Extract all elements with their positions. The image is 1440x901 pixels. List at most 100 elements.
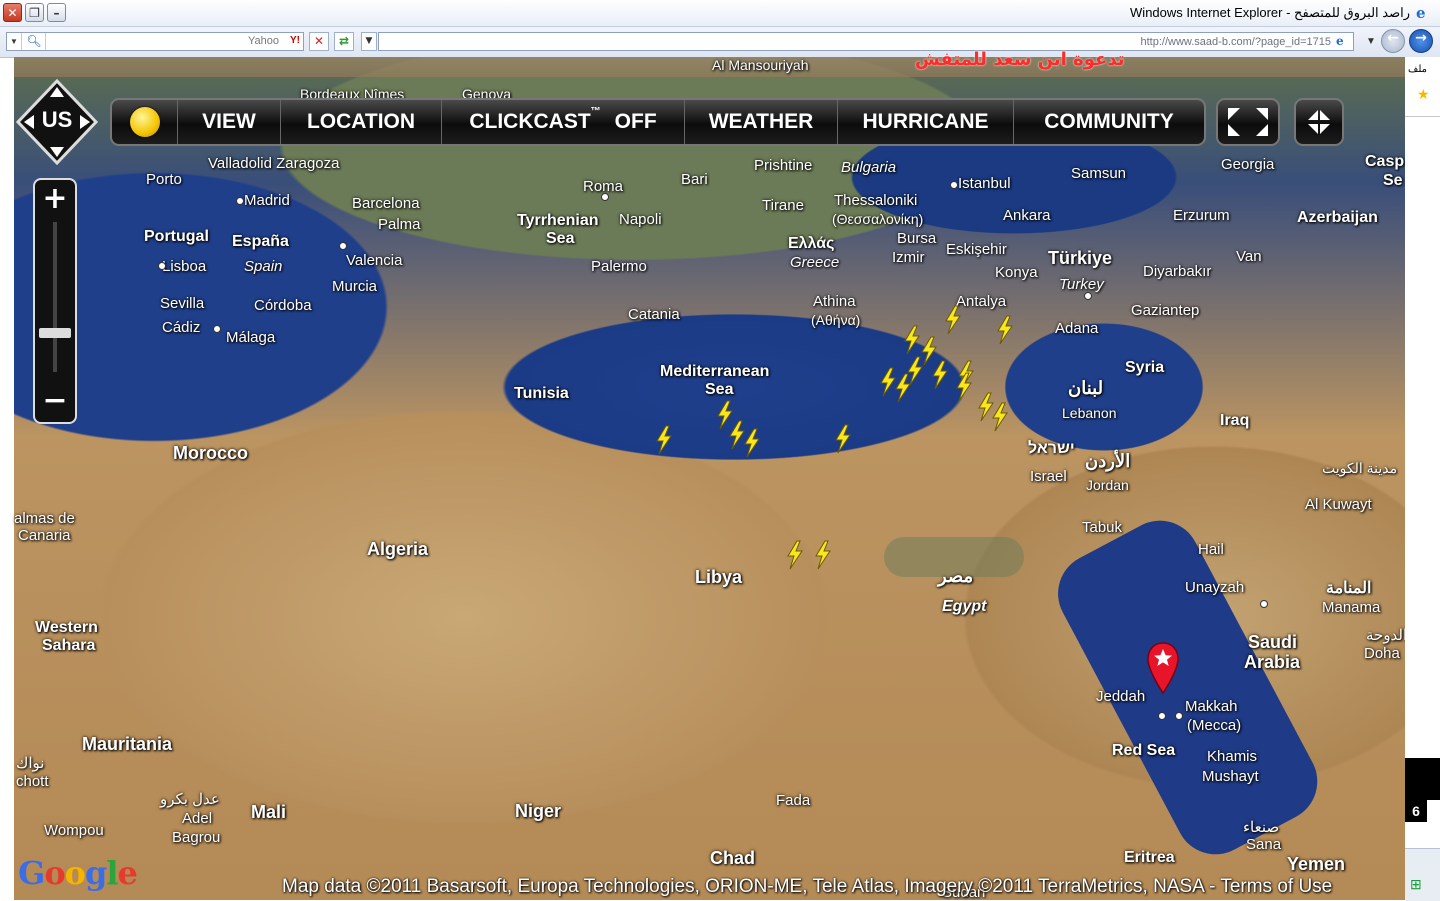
- search-input[interactable]: ▼ 🔍︎ Yahoo Y!: [6, 32, 304, 51]
- city-dot: [1158, 712, 1166, 720]
- map-label: Jeddah: [1096, 688, 1146, 705]
- close-window-button[interactable]: ✕: [3, 3, 22, 22]
- map-label: Mali: [251, 802, 287, 822]
- map-label: Red Sea: [1112, 742, 1176, 759]
- weather-menu[interactable]: WEATHER: [685, 100, 838, 144]
- map-label: Cádiz: [162, 319, 201, 336]
- refresh-button[interactable]: ⇄: [334, 32, 354, 51]
- map-label: Bagrou: [172, 829, 221, 846]
- fullscreen-button[interactable]: [1216, 98, 1280, 146]
- hurricane-menu[interactable]: HURRICANE: [838, 100, 1014, 144]
- map-label: Valladolid Zaragoza: [208, 155, 340, 172]
- city-dot: [213, 325, 221, 333]
- zoom-slider-track[interactable]: [53, 222, 57, 372]
- map-label: Erzurum: [1173, 207, 1230, 224]
- city-dot: [1260, 600, 1268, 608]
- map-label: Adana: [1055, 320, 1099, 337]
- weather-map[interactable]: [14, 57, 1405, 900]
- map-label: Saudi: [1248, 632, 1298, 652]
- lightning-bolt-icon: [943, 305, 963, 335]
- map-top-strip: [14, 57, 1405, 77]
- clickcast-state: OFF: [614, 110, 657, 133]
- side-page-number: 6: [1405, 800, 1427, 822]
- lightning-bolt-icon: [654, 425, 674, 455]
- map-label: Turkey: [1059, 276, 1104, 293]
- map-label: Samsun: [1071, 165, 1127, 182]
- lightning-bolt-icon: [954, 372, 974, 402]
- back-button[interactable]: ←: [1381, 29, 1405, 53]
- map-label: Prishtine: [754, 157, 813, 174]
- map-label: Antalya: [956, 293, 1007, 310]
- map-label: España: [232, 233, 289, 250]
- page-icon: e: [1336, 34, 1344, 48]
- map-label: Bursa: [897, 230, 937, 247]
- pan-control[interactable]: US: [15, 78, 99, 166]
- map-label: Diyarbakır: [1143, 263, 1212, 280]
- location-menu[interactable]: LOCATION: [281, 100, 442, 144]
- zoom-control: + −: [33, 178, 77, 424]
- collapse-button[interactable]: [1294, 98, 1344, 146]
- map-label: Van: [1236, 248, 1262, 265]
- map-label: Adel: [182, 810, 213, 827]
- map-label: Thessaloniki: [834, 192, 918, 209]
- url-text: http://www.saad-b.com/?page_id=1715: [1140, 36, 1332, 48]
- map-label: Sevilla: [160, 295, 205, 312]
- zoom-slider-handle[interactable]: [39, 328, 71, 338]
- map-label: Tirane: [762, 197, 804, 214]
- map-label: Ankara: [1003, 207, 1051, 224]
- view-menu[interactable]: VIEW: [178, 100, 281, 144]
- location-marker-icon[interactable]: [1146, 641, 1180, 695]
- window-titlebar: ✕ ❐ – Windows Internet Explorer - راصد ا…: [0, 0, 1440, 27]
- map-label: Eritrea: [1124, 849, 1175, 866]
- side-dark-block: [1405, 758, 1440, 800]
- map-label: almas de: [14, 510, 75, 527]
- address-dropdown-button[interactable]: ▼: [361, 32, 377, 51]
- trademark-mark: ™: [590, 106, 601, 117]
- search-icon[interactable]: 🔍︎: [23, 33, 46, 50]
- zoom-out-button[interactable]: −: [40, 386, 70, 418]
- zoom-in-button[interactable]: +: [40, 184, 70, 216]
- clickcast-toggle[interactable]: CLICKCAST™ OFF: [442, 100, 685, 144]
- history-dropdown-icon[interactable]: ▼: [1366, 36, 1376, 47]
- community-menu[interactable]: COMMUNITY: [1014, 100, 1204, 144]
- side-menu-text[interactable]: ملف: [1408, 64, 1427, 75]
- map-label: Jordan: [1086, 477, 1129, 493]
- map-label: (Θεσσαλονίκη): [832, 211, 924, 227]
- map-label: Hail: [1198, 541, 1224, 558]
- map-label: نواك: [16, 755, 45, 772]
- map-label: Iraq: [1220, 412, 1250, 429]
- city-dot: [236, 197, 244, 205]
- minimize-window-button[interactable]: –: [47, 3, 66, 22]
- map-label: Khamis: [1207, 748, 1258, 765]
- map-label: Madrid: [244, 192, 290, 209]
- globe-button[interactable]: [112, 100, 178, 144]
- map-label: Sea: [546, 230, 575, 247]
- restore-window-button[interactable]: ❐: [25, 3, 44, 22]
- search-provider-dropdown-icon[interactable]: ▼: [7, 33, 22, 50]
- map-label: Fada: [776, 792, 811, 809]
- map-label: Córdoba: [254, 297, 312, 314]
- map-label: (Αθήνα): [811, 312, 861, 328]
- ie-logo-icon: e: [1416, 4, 1426, 22]
- url-field[interactable]: http://www.saad-b.com/?page_id=1715 e: [378, 32, 1354, 51]
- map-label: Tabuk: [1082, 519, 1123, 536]
- stop-button[interactable]: ✕: [309, 32, 329, 51]
- lightning-bolt-icon: [742, 428, 762, 458]
- map-label: Napoli: [619, 211, 662, 228]
- google-logo[interactable]: Google: [18, 854, 138, 892]
- forward-button[interactable]: →: [1409, 29, 1433, 53]
- lightning-bolt-icon: [930, 360, 950, 390]
- address-toolbar: ▼ 🔍︎ Yahoo Y! ✕ ⇄ ▼ http://www.saad-b.co…: [0, 27, 1440, 58]
- map-toolbar: VIEW LOCATION CLICKCAST™ OFF WEATHER HURR…: [110, 98, 1206, 146]
- windows-logo-icon[interactable]: ⊞: [1410, 876, 1426, 892]
- map-label: Mauritania: [82, 734, 173, 754]
- pan-label: US: [41, 107, 73, 132]
- map-label: Makkah: [1185, 698, 1238, 715]
- map-label: مصر: [938, 566, 974, 586]
- lightning-bolt-icon: [813, 540, 833, 570]
- map-label: (Mecca): [1187, 717, 1242, 734]
- map-label: Istanbul: [958, 175, 1011, 192]
- lightning-bolt-icon: [995, 315, 1015, 345]
- map-copyright[interactable]: Map data ©2011 Basarsoft, Europa Technol…: [282, 876, 1332, 898]
- favorites-star-icon[interactable]: ★: [1417, 86, 1430, 103]
